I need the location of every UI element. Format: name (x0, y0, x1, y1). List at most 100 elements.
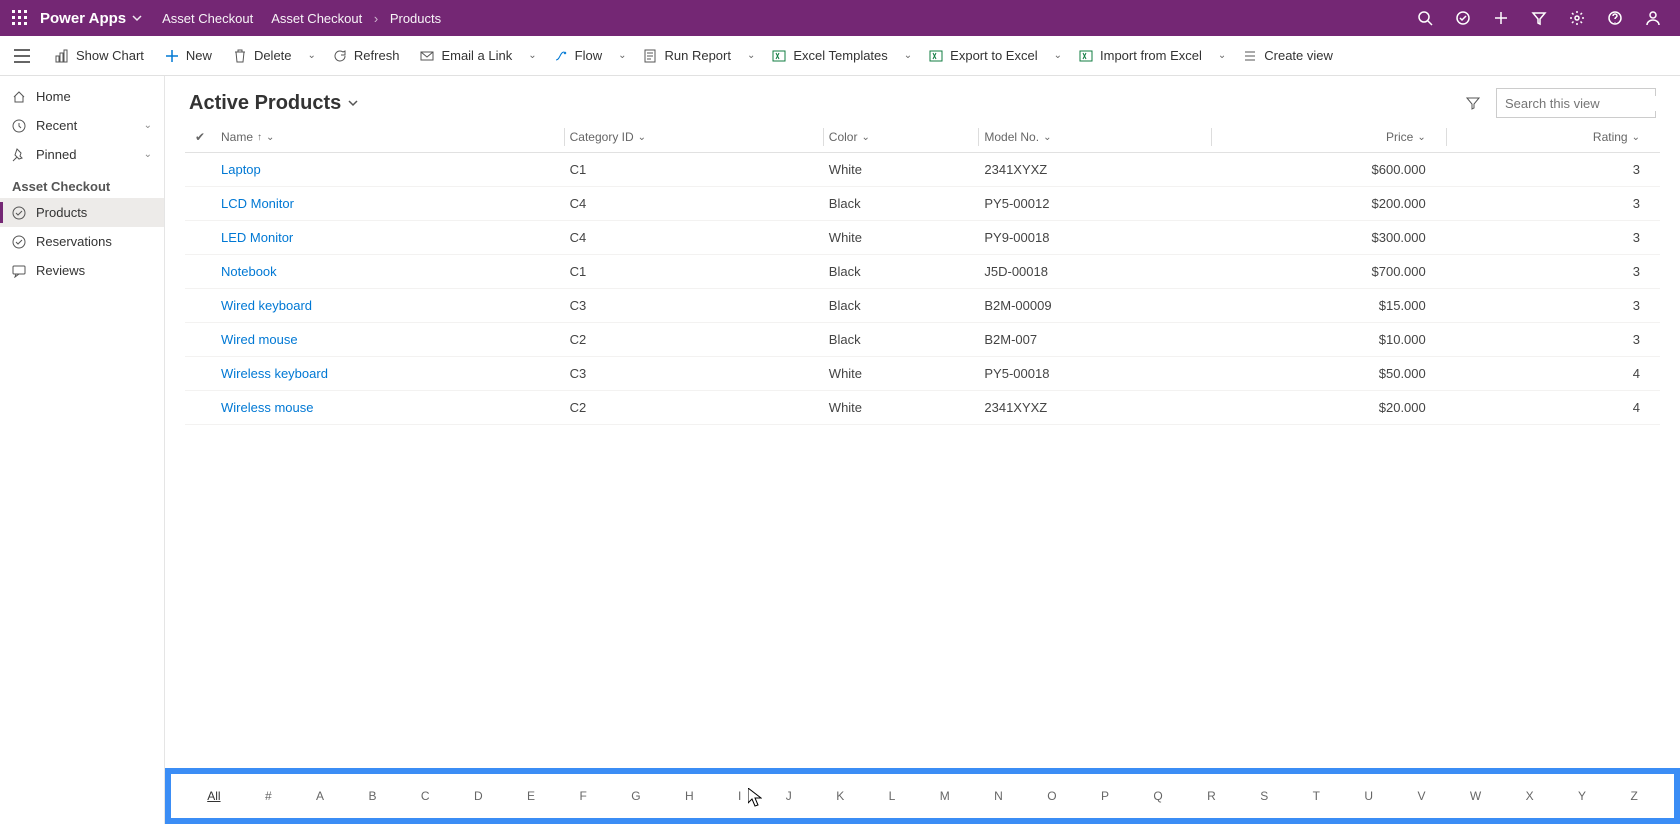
row-name-link[interactable]: LCD Monitor (221, 196, 294, 211)
row-checkbox[interactable] (185, 221, 215, 255)
search-input-field[interactable] (1505, 96, 1680, 111)
alpha-item[interactable]: B (364, 785, 380, 807)
table-row[interactable]: LED MonitorC4WhitePY9-00018$300.0003 (185, 221, 1660, 255)
alpha-item[interactable]: V (1413, 785, 1429, 807)
alpha-item[interactable]: E (523, 785, 539, 807)
excel-templates-button[interactable]: Excel Templates (761, 42, 897, 70)
row-checkbox[interactable] (185, 357, 215, 391)
select-all-checkbox[interactable]: ✔ (185, 122, 215, 153)
alpha-item[interactable]: O (1043, 785, 1060, 807)
alpha-item[interactable]: I (734, 785, 745, 807)
breadcrumb-part2[interactable]: Products (390, 11, 441, 26)
brand-label[interactable]: Power Apps (40, 10, 126, 27)
row-checkbox[interactable] (185, 187, 215, 221)
alpha-item[interactable]: Y (1574, 785, 1590, 807)
sidebar-item-recent[interactable]: Recent ⌄ (0, 111, 164, 140)
alpha-item[interactable]: K (832, 785, 848, 807)
alpha-item[interactable]: G (627, 785, 644, 807)
user-icon[interactable] (1634, 0, 1672, 36)
row-name-link[interactable]: Wireless mouse (221, 400, 313, 415)
table-row[interactable]: Wireless mouseC2White2341XYXZ$20.0004 (185, 391, 1660, 425)
alpha-item[interactable]: F (575, 785, 590, 807)
alpha-item[interactable]: D (470, 785, 487, 807)
column-header-model[interactable]: Model No.⌄ (978, 122, 1210, 153)
report-split-chevron[interactable]: ⌄ (741, 44, 761, 67)
column-header-rating[interactable]: Rating⌄ (1446, 122, 1660, 153)
sidebar-item-pinned[interactable]: Pinned ⌄ (0, 140, 164, 169)
filter-icon[interactable] (1460, 90, 1486, 116)
import-split-chevron[interactable]: ⌄ (1212, 44, 1232, 67)
hamburger-icon[interactable] (10, 49, 34, 63)
create-view-button[interactable]: Create view (1232, 42, 1343, 70)
alpha-item[interactable]: C (417, 785, 434, 807)
refresh-button[interactable]: Refresh (322, 42, 410, 70)
alpha-item[interactable]: L (885, 785, 900, 807)
delete-split-chevron[interactable]: ⌄ (302, 44, 322, 67)
alpha-item[interactable]: U (1360, 785, 1377, 807)
view-title[interactable]: Active Products (189, 92, 359, 115)
alpha-item[interactable]: A (312, 785, 328, 807)
export-split-chevron[interactable]: ⌄ (1048, 44, 1068, 67)
help-icon[interactable] (1596, 0, 1634, 36)
chevron-down-icon[interactable]: ⌄ (144, 149, 152, 160)
alpha-item[interactable]: J (782, 785, 796, 807)
column-header-name[interactable]: Name↑⌄ (215, 122, 564, 153)
flow-button[interactable]: Flow (543, 42, 612, 70)
alpha-item[interactable]: All (203, 785, 224, 807)
chevron-down-icon[interactable] (132, 13, 142, 23)
table-row[interactable]: Wired keyboardC3BlackB2M-00009$15.0003 (185, 289, 1660, 323)
alpha-item[interactable]: M (936, 785, 954, 807)
sidebar-item-reviews[interactable]: Reviews (0, 256, 164, 285)
column-header-color[interactable]: Color⌄ (823, 122, 979, 153)
alpha-item[interactable]: X (1522, 785, 1538, 807)
column-header-price[interactable]: Price⌄ (1211, 122, 1446, 153)
table-row[interactable]: LaptopC1White2341XYXZ$600.0003 (185, 153, 1660, 187)
table-row[interactable]: LCD MonitorC4BlackPY5-00012$200.0003 (185, 187, 1660, 221)
waffle-icon[interactable] (10, 8, 30, 28)
row-checkbox[interactable] (185, 323, 215, 357)
row-name-link[interactable]: Notebook (221, 264, 277, 279)
row-checkbox[interactable] (185, 289, 215, 323)
sidebar-item-home[interactable]: Home (0, 82, 164, 111)
filter-icon[interactable] (1520, 0, 1558, 36)
table-row[interactable]: Wired mouseC2BlackB2M-007$10.0003 (185, 323, 1660, 357)
alpha-item[interactable]: W (1466, 785, 1485, 807)
row-checkbox[interactable] (185, 255, 215, 289)
sidebar-item-reservations[interactable]: Reservations (0, 227, 164, 256)
alpha-item[interactable]: Q (1149, 785, 1166, 807)
column-header-category[interactable]: Category ID⌄ (564, 122, 823, 153)
run-report-button[interactable]: Run Report (632, 42, 740, 70)
search-icon[interactable] (1406, 0, 1444, 36)
row-name-link[interactable]: Wired keyboard (221, 298, 312, 313)
export-excel-button[interactable]: Export to Excel (918, 42, 1047, 70)
show-chart-button[interactable]: Show Chart (44, 42, 154, 70)
email-split-chevron[interactable]: ⌄ (522, 44, 542, 67)
row-name-link[interactable]: Laptop (221, 162, 261, 177)
row-name-link[interactable]: Wireless keyboard (221, 366, 328, 381)
table-row[interactable]: Wireless keyboardC3WhitePY5-00018$50.000… (185, 357, 1660, 391)
templates-split-chevron[interactable]: ⌄ (898, 44, 918, 67)
alpha-item[interactable]: # (261, 785, 276, 807)
alpha-item[interactable]: N (990, 785, 1007, 807)
breadcrumb-part1[interactable]: Asset Checkout (271, 11, 362, 26)
task-icon[interactable] (1444, 0, 1482, 36)
sidebar-item-products[interactable]: Products (0, 198, 164, 227)
row-name-link[interactable]: Wired mouse (221, 332, 298, 347)
alpha-item[interactable]: Z (1626, 785, 1641, 807)
email-link-button[interactable]: Email a Link (409, 42, 522, 70)
delete-button[interactable]: Delete (222, 42, 302, 70)
alpha-item[interactable]: P (1097, 785, 1113, 807)
alpha-item[interactable]: S (1256, 785, 1272, 807)
alpha-item[interactable]: R (1203, 785, 1220, 807)
row-checkbox[interactable] (185, 391, 215, 425)
alpha-item[interactable]: H (681, 785, 698, 807)
row-name-link[interactable]: LED Monitor (221, 230, 293, 245)
chevron-down-icon[interactable]: ⌄ (144, 120, 152, 131)
breadcrumb-app[interactable]: Asset Checkout (162, 11, 253, 26)
flow-split-chevron[interactable]: ⌄ (612, 44, 632, 67)
import-excel-button[interactable]: Import from Excel (1068, 42, 1212, 70)
plus-icon[interactable] (1482, 0, 1520, 36)
table-row[interactable]: NotebookC1BlackJ5D-00018$700.0003 (185, 255, 1660, 289)
alpha-item[interactable]: T (1309, 785, 1324, 807)
row-checkbox[interactable] (185, 153, 215, 187)
